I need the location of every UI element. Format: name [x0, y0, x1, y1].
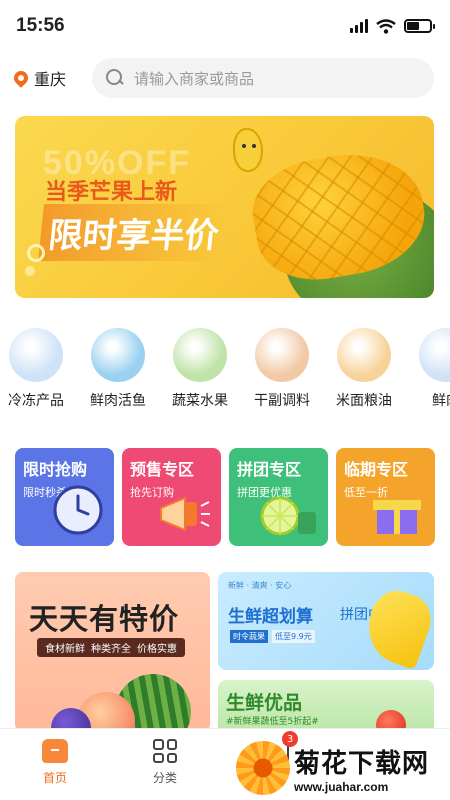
category-grid-icon	[153, 739, 177, 763]
banner-title: 限时享半价	[38, 204, 230, 261]
category-label: 干副调料	[254, 393, 310, 409]
promo-card-title: 预售专区	[130, 460, 195, 479]
promo-cards: 限时抢购 限时秒杀 预售专区 抢先订购 拼团专区 拼团更优惠 临期专区 低至一折	[15, 448, 435, 546]
category-label: 鲜肉活鱼	[90, 393, 146, 409]
promo-card-near-expiry[interactable]: 临期专区 低至一折	[336, 448, 435, 546]
promo-card-group-buy[interactable]: 拼团专区 拼团更优惠	[229, 448, 328, 546]
battery-icon	[404, 19, 435, 33]
promo-card-title: 限时抢购	[23, 460, 88, 479]
promo-card-presale[interactable]: 预售专区 抢先订购	[122, 448, 221, 546]
gift-box-icon	[373, 500, 421, 534]
category-image	[419, 328, 450, 382]
status-time: 15:56	[16, 15, 65, 36]
daily-deals-panel[interactable]: 天天有特价 食材新鲜 种类齐全 价格实惠	[15, 572, 210, 732]
category-label: 鲜肉	[432, 393, 450, 409]
lemon-icon	[260, 496, 316, 536]
category-item-spices[interactable]: 干副调料	[242, 328, 322, 418]
wifi-icon	[376, 18, 396, 34]
promo-card-title: 临期专区	[344, 460, 409, 479]
fresh-group-buy-tag: 低至9.9元	[272, 630, 315, 643]
banner-decoration-dot	[25, 266, 35, 276]
watermark-text: 菊花下载网 www.juahar.com	[294, 743, 429, 794]
watermark-url: www.juahar.com	[294, 779, 389, 794]
search-placeholder: 请输入商家或商品	[134, 69, 255, 88]
daily-deals-tag: 食材新鲜	[45, 644, 85, 655]
banner-subtitle: 当季芒果上新	[45, 180, 178, 205]
tab-home[interactable]: 首页	[0, 729, 110, 800]
megaphone-icon	[160, 496, 210, 532]
daily-deals-title: 天天有特价	[29, 602, 180, 636]
location-label: 重庆	[34, 70, 67, 89]
fresh-group-buy-tags: 时令蔬果 低至9.9元	[230, 630, 315, 643]
search-icon	[106, 69, 124, 87]
category-image	[173, 328, 227, 382]
category-label: 米面粮油	[336, 393, 392, 409]
fresh-premium-title: 生鲜优品	[226, 692, 303, 714]
category-label: 蔬菜水果	[172, 393, 228, 409]
location-pin-icon	[11, 68, 31, 88]
mango-mascot-image	[233, 128, 263, 172]
category-item-grain-oil[interactable]: 米面粮油	[324, 328, 404, 418]
promo-card-flash-sale[interactable]: 限时抢购 限时秒杀	[15, 448, 114, 546]
clock-icon	[53, 485, 103, 535]
category-item-veg-fruit[interactable]: 蔬菜水果	[160, 328, 240, 418]
tab-home-label: 首页	[42, 771, 67, 785]
promo-card-title: 拼团专区	[237, 460, 302, 479]
category-list: 冷冻产品 鲜肉活鱼 蔬菜水果 干副调料 米面粮油 鲜肉	[0, 328, 450, 418]
fresh-group-buy-panel[interactable]: 新鲜 · 清爽 · 安心 生鲜超划算 拼团中 时令蔬果 低至9.9元	[218, 572, 434, 670]
category-item-meat-fish[interactable]: 鲜肉活鱼	[78, 328, 158, 418]
watermark: 菊花下载网 www.juahar.com	[236, 736, 450, 800]
category-label: 冷冻产品	[8, 393, 64, 409]
status-bar: 15:56	[0, 0, 450, 52]
fresh-group-buy-title: 生鲜超划算	[228, 607, 313, 627]
signal-icon	[350, 19, 368, 33]
banner-decoration-ring	[27, 244, 45, 262]
category-item-frozen[interactable]: 冷冻产品	[0, 328, 76, 418]
banana-image	[357, 583, 434, 670]
search-input[interactable]: 请输入商家或商品	[92, 58, 434, 98]
chrysanthemum-logo-icon	[236, 741, 290, 795]
category-image	[337, 328, 391, 382]
category-image	[9, 328, 63, 382]
fresh-group-buy-tagline: 新鲜 · 清爽 · 安心	[228, 581, 292, 590]
category-image	[255, 328, 309, 382]
location-selector[interactable]: 重庆	[11, 66, 92, 90]
fresh-group-buy-tag: 时令蔬果	[230, 630, 268, 643]
daily-deals-tag: 种类齐全	[91, 644, 131, 655]
category-image	[91, 328, 145, 382]
daily-deals-tag: 价格实惠	[137, 644, 177, 655]
status-icons	[350, 18, 435, 34]
daily-deals-tags: 食材新鲜 种类齐全 价格实惠	[37, 638, 185, 657]
tab-category[interactable]: 分类	[110, 729, 220, 800]
tab-category-label: 分类	[152, 771, 177, 785]
search-row: 重庆 请输入商家或商品	[0, 52, 450, 100]
category-item-fresh-meat[interactable]: 鲜肉	[406, 328, 450, 418]
home-icon	[42, 739, 68, 763]
promo-banner[interactable]: 50%OFF 当季芒果上新 限时享半价	[15, 116, 434, 298]
fresh-premium-subtitle: #新鲜果蔬低至5折起#	[226, 717, 319, 727]
watermark-site-name: 菊花下载网	[294, 748, 430, 779]
